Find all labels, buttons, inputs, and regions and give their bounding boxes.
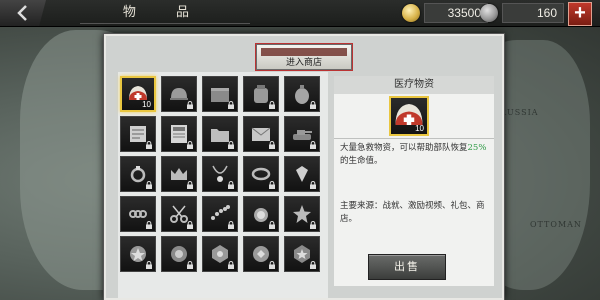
item-slot-bracelet[interactable] xyxy=(243,156,279,192)
medal-value: 160 xyxy=(502,3,564,23)
item-slot-badge-4[interactable] xyxy=(243,236,279,272)
item-slot-tank-model[interactable] xyxy=(284,116,320,152)
lock-icon xyxy=(228,221,234,229)
lock-icon xyxy=(187,221,193,229)
divider xyxy=(334,138,494,139)
item-slot-beads[interactable] xyxy=(202,196,238,232)
lock-icon xyxy=(146,181,152,189)
item-source: 主要来源：战就、激励视频、礼包、商店。 xyxy=(340,201,485,224)
gold-counter: 33500 xyxy=(402,3,488,23)
item-grid: 10 xyxy=(120,76,320,272)
top-bar: 物 品 33500 160 + xyxy=(0,0,600,27)
item-slot-canteen[interactable] xyxy=(284,76,320,112)
enter-shop-button[interactable]: 进入商店 xyxy=(256,44,352,70)
medal-icon xyxy=(480,4,498,22)
item-detail-title: 医疗物资 xyxy=(334,76,494,94)
medal-counter: 160 xyxy=(480,3,564,23)
lock-icon xyxy=(269,181,275,189)
lock-icon xyxy=(228,261,234,269)
item-slot-ammo-crate[interactable] xyxy=(202,76,238,112)
item-slot-scissors[interactable] xyxy=(161,196,197,232)
item-slot-folder[interactable] xyxy=(202,116,238,152)
item-slot-helmet[interactable] xyxy=(161,76,197,112)
lock-icon xyxy=(269,101,275,109)
item-slot-badge-1[interactable] xyxy=(120,236,156,272)
back-button[interactable] xyxy=(0,0,46,26)
lock-icon xyxy=(187,101,193,109)
gold-coin-icon xyxy=(402,4,420,22)
lock-icon xyxy=(269,141,275,149)
item-slot-medal-round[interactable] xyxy=(243,196,279,232)
item-slot-envelope[interactable] xyxy=(243,116,279,152)
lock-icon xyxy=(187,261,193,269)
item-slot-badge-3[interactable] xyxy=(202,236,238,272)
item-slot-crown[interactable] xyxy=(161,156,197,192)
item-detail-count: 10 xyxy=(415,124,424,133)
item-slot-gem[interactable] xyxy=(284,156,320,192)
lock-icon xyxy=(228,141,234,149)
map-label-russia: RUSSIA xyxy=(500,108,539,117)
desc-prefix: 大量急救物资，可以帮助部队恢复 xyxy=(340,143,468,153)
item-slot-star-badge[interactable] xyxy=(284,196,320,232)
lock-icon xyxy=(310,181,316,189)
lock-icon xyxy=(310,141,316,149)
page-title: 物 品 xyxy=(80,3,250,24)
lock-icon xyxy=(146,261,152,269)
lock-icon xyxy=(146,141,152,149)
item-slot-chain[interactable] xyxy=(120,196,156,232)
desc-suffix: 的生命值。 xyxy=(340,156,383,166)
lock-icon xyxy=(310,101,316,109)
item-slot-necklace[interactable] xyxy=(202,156,238,192)
lock-icon xyxy=(228,181,234,189)
desc-highlight: 25% xyxy=(467,143,487,153)
inventory-panel: 进入商店 10 医疗物资 10 大量急救物资，可以帮助部队恢复25%的生命值。 … xyxy=(104,34,504,300)
lock-icon xyxy=(310,261,316,269)
lock-icon xyxy=(269,261,275,269)
item-slot-ring[interactable] xyxy=(120,156,156,192)
enter-shop-label: 进入商店 xyxy=(285,58,322,68)
item-slot-medkit[interactable]: 10 xyxy=(120,76,156,112)
map-label-ottoman: OTTOMAN xyxy=(530,220,582,229)
item-slot-badge-5[interactable] xyxy=(284,236,320,272)
lock-icon xyxy=(187,181,193,189)
item-slot-badge-2[interactable] xyxy=(161,236,197,272)
lock-icon xyxy=(146,221,152,229)
item-slot-newspaper[interactable] xyxy=(161,116,197,152)
add-currency-button[interactable]: + xyxy=(568,2,592,26)
chevron-left-icon xyxy=(17,5,27,21)
lock-icon xyxy=(310,221,316,229)
sell-button[interactable]: 出售 xyxy=(368,254,446,280)
gold-value: 33500 xyxy=(424,3,488,23)
item-slot-backpack[interactable] xyxy=(243,76,279,112)
item-slot-letter[interactable] xyxy=(120,116,156,152)
lock-icon xyxy=(187,141,193,149)
item-detail-icon: 10 xyxy=(389,96,429,136)
lock-icon xyxy=(228,101,234,109)
lock-icon xyxy=(269,221,275,229)
item-count: 10 xyxy=(142,100,151,109)
item-description: 大量急救物资，可以帮助部队恢复25% 的生命值。 xyxy=(340,142,488,168)
